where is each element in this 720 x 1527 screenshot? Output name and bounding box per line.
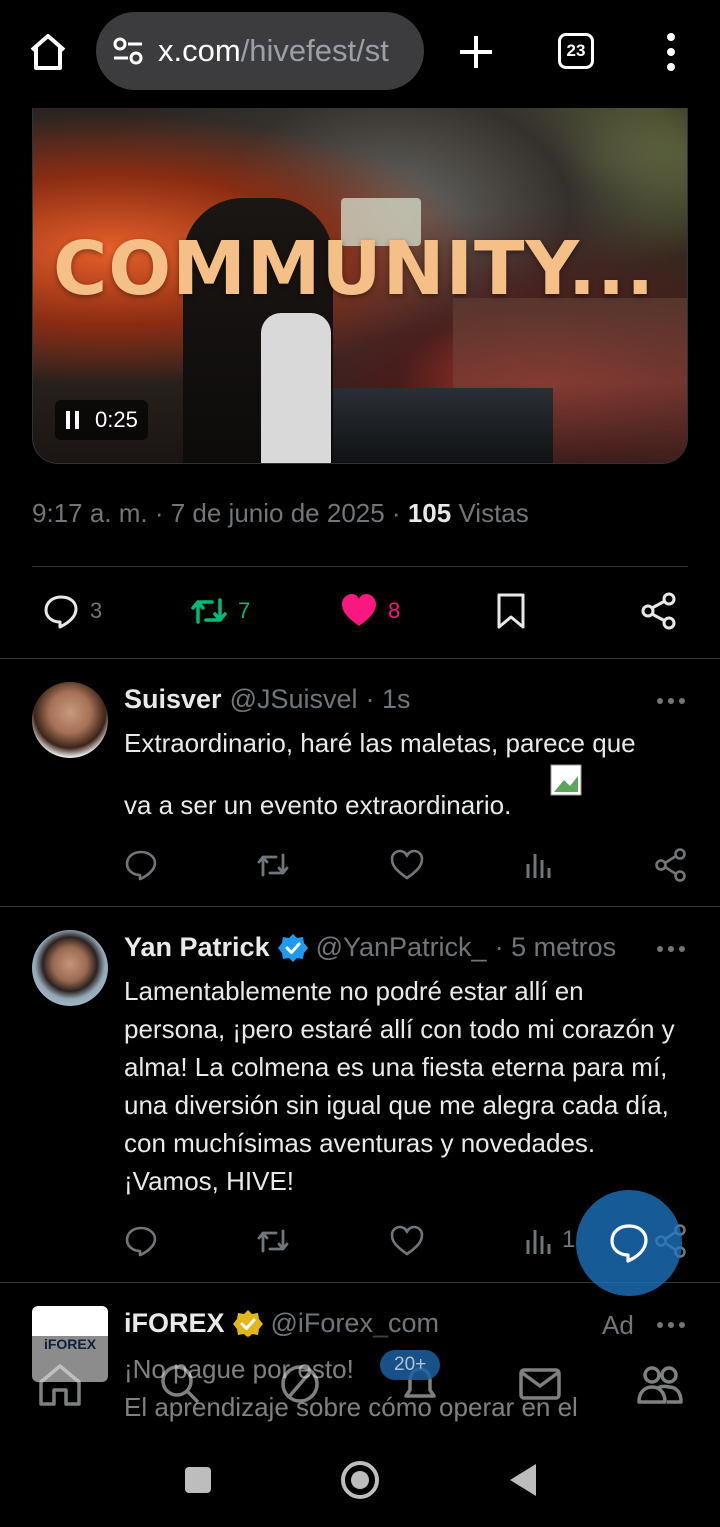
messages-tab-icon[interactable] [516,1360,564,1408]
video-caption: COMMUNITY... [53,226,656,312]
url-text: x.com/hivefest/st [158,33,408,69]
reply-header: Suisver @JSuisvel · 1s [124,684,411,715]
like-button[interactable]: 8 [340,592,400,630]
reply-icon[interactable] [124,1224,158,1258]
back-icon[interactable] [508,1462,538,1498]
new-tab-icon[interactable] [456,32,496,72]
views-count: 1 [562,1226,576,1253]
views-label: Vistas [458,498,529,528]
recents-icon[interactable] [184,1466,212,1494]
repost-icon[interactable] [256,848,290,882]
post-time[interactable]: · 1s [366,684,411,715]
tab-count: 23 [566,41,586,60]
repost-icon [191,598,227,624]
more-options-icon[interactable] [656,944,686,954]
grok-tab-icon[interactable] [276,1360,324,1408]
badge-count: 20+ [394,1354,427,1375]
author-handle[interactable]: @YanPatrick_ [316,932,487,963]
heart-filled-icon [342,594,376,626]
video-scene-deck [333,388,553,463]
tab-switcher-button[interactable]: 23 [558,33,594,69]
divider [32,566,688,567]
ad-author-handle[interactable]: @iForex_com [271,1308,439,1339]
avatar[interactable] [32,682,108,758]
reply-button[interactable]: 3 [42,592,102,630]
reply-text: Lamentablemente no podré estar allí en p… [124,976,675,1196]
system-navigation-bar [0,1432,720,1527]
post-meta: 9:17 a. m. · 7 de junio de 2025 · 105 Vi… [32,498,529,528]
reply-actions [0,848,720,888]
compose-reply-button[interactable] [576,1190,682,1296]
playback-control[interactable]: 0:25 [55,400,148,440]
author-handle[interactable]: @JSuisvel [230,684,358,715]
bookmark-button[interactable] [492,592,530,630]
video-player[interactable]: COMMUNITY... 0:25 [32,108,688,464]
ad-author-name[interactable]: iFOREX [124,1308,225,1339]
home-circle-icon[interactable] [340,1460,380,1500]
reply-icon[interactable] [124,848,158,882]
reply-text-line: va a ser un evento extraordinario. [124,790,512,820]
repost-icon[interactable] [256,1224,290,1258]
verified-badge-icon[interactable] [277,933,308,963]
search-tab-icon[interactable] [156,1360,204,1408]
reply-post[interactable]: Suisver @JSuisvel · 1s Extraordinario, h… [0,658,720,906]
broken-emoji-row [124,762,690,796]
heart-icon[interactable] [390,1224,424,1258]
video-scene-shirt [261,313,331,463]
video-time: 0:25 [95,407,138,432]
verified-gold-badge-icon [232,1309,263,1338]
ad-header: iFOREX @iForex_com [124,1308,439,1339]
url-host: x.com [158,33,241,68]
heart-icon[interactable] [390,848,424,882]
like-count: 8 [388,598,401,623]
post-time[interactable]: · 5 metros [495,932,617,963]
more-options-icon[interactable] [656,1320,686,1330]
pause-icon[interactable] [65,411,81,429]
broken-image-icon [550,764,582,796]
views-icon[interactable] [522,1224,556,1258]
reply-text-line: Extraordinario, haré las maletas, parece… [124,728,636,758]
reply-icon [44,595,78,629]
reply-header: Yan Patrick @YanPatrick_ · 5 metros [124,932,616,963]
post-time[interactable]: 9:17 a. m. [32,498,148,528]
author-name[interactable]: Suisver [124,684,222,715]
address-bar[interactable]: x.com/hivefest/st [96,12,424,90]
share-button[interactable] [640,592,678,630]
views-count[interactable]: 105 [408,498,451,528]
site-settings-icon[interactable] [112,37,144,65]
home-tab-icon[interactable] [36,1360,84,1408]
author-name[interactable]: Yan Patrick [124,932,270,963]
repost-count: 7 [238,598,251,623]
avatar[interactable] [32,930,108,1006]
reply-text: Extraordinario, haré las maletas, parece… [124,724,690,824]
bookmark-icon [497,593,525,629]
browser-toolbar: x.com/hivefest/st 23 [0,0,720,108]
notifications-badge: 20+ [380,1350,441,1380]
url-path: /hivefest/st [240,33,389,68]
post-date[interactable]: 7 de junio de 2025 [171,498,385,528]
bottom-tab-bar [0,1336,720,1432]
more-menu-icon[interactable] [664,32,678,72]
share-icon[interactable] [654,848,688,882]
more-options-icon[interactable] [656,696,686,706]
communities-tab-icon[interactable] [636,1360,684,1408]
post-actions: 3 7 8 [0,580,720,644]
share-icon [641,592,676,630]
views-icon[interactable] [522,848,556,882]
repost-button[interactable]: 7 [190,592,250,630]
reply-count: 3 [90,598,103,623]
home-icon[interactable] [26,30,70,74]
reply-bubble-icon [610,1224,648,1263]
